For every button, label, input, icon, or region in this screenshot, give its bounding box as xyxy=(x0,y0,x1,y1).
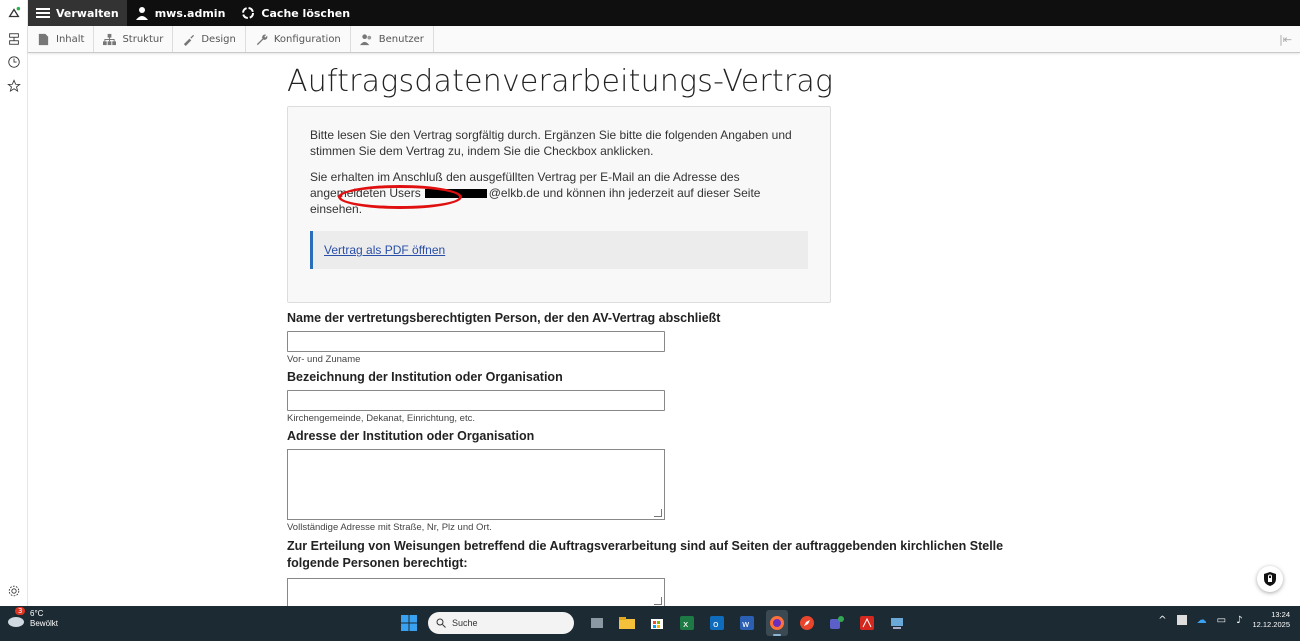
user-label: mws.admin xyxy=(154,6,226,20)
org-input[interactable] xyxy=(287,390,665,411)
teams-icon[interactable] xyxy=(826,610,848,636)
windows-taskbar: 3 6°C Bewölkt Suche x o w ^ ☁ ▭ ♪ 13:24 … xyxy=(0,606,1300,641)
weather-widget[interactable]: 3 6°C Bewölkt xyxy=(6,607,59,629)
clock-icon[interactable] xyxy=(5,53,23,71)
intro-paragraph-email: Sie erhalten im Anschluß den ausgefüllte… xyxy=(310,169,808,217)
page-title: Auftragsdatenverarbeitungs-Vertrag xyxy=(287,64,834,99)
persons-textarea[interactable] xyxy=(287,578,665,608)
org-description: Kirchengemeinde, Dekanat, Einrichtung, e… xyxy=(287,413,475,424)
settings-gear-icon[interactable] xyxy=(5,582,23,600)
manage-button[interactable]: Verwalten xyxy=(28,0,127,26)
svg-text:x: x xyxy=(683,620,689,630)
svg-text:o: o xyxy=(713,620,719,630)
network-icon[interactable]: ▭ xyxy=(1217,615,1226,626)
address-description: Vollständige Adresse mit Straße, Nr, Plz… xyxy=(287,522,492,533)
compass-app-icon[interactable] xyxy=(796,610,818,636)
volume-icon[interactable]: ♪ xyxy=(1236,615,1242,626)
recycle-icon xyxy=(242,7,255,19)
tray-item-benutzer[interactable]: Benutzer xyxy=(351,26,434,52)
tray-item-struktur[interactable]: Struktur xyxy=(94,26,174,52)
tray-item-konfiguration[interactable]: Konfiguration xyxy=(246,26,351,52)
tray-item-inhalt[interactable]: Inhalt xyxy=(28,26,95,52)
weather-temp: 6°C xyxy=(30,609,44,618)
email-domain: @elkb.de xyxy=(488,186,540,200)
outlook-icon[interactable]: o xyxy=(706,610,728,636)
brush-icon xyxy=(184,34,195,46)
field-persons-group: Zur Erteilung von Weisungen betreffend d… xyxy=(287,538,1047,608)
weather-desc: Bewölkt xyxy=(30,619,59,628)
file-explorer-icon[interactable] xyxy=(616,610,638,636)
tray-item-label: Konfiguration xyxy=(273,33,341,45)
remote-app-icon[interactable] xyxy=(886,610,908,636)
hamburger-icon xyxy=(36,8,50,18)
left-rail xyxy=(0,0,28,606)
svg-text:w: w xyxy=(742,620,749,630)
sitemap-icon xyxy=(103,33,117,45)
search-placeholder: Suche xyxy=(452,618,478,628)
clear-cache-label: Cache löschen xyxy=(261,6,351,20)
hierarchy-icon[interactable] xyxy=(5,30,23,48)
onedrive-cloud-icon[interactable]: ☁ xyxy=(1197,615,1207,626)
lock-shield-icon xyxy=(1264,572,1276,586)
main-content: Auftragsdatenverarbeitungs-Vertrag Bitte… xyxy=(287,60,1047,608)
open-pdf-link[interactable]: Vertrag als PDF öffnen xyxy=(324,242,445,258)
drupal-logo-icon[interactable] xyxy=(5,4,23,22)
tray-item-label: Inhalt xyxy=(56,33,85,45)
intro-box: Bitte lesen Sie den Vertrag sorgfältig d… xyxy=(287,106,831,303)
name-description: Vor- und Zuname xyxy=(287,354,361,365)
users-icon xyxy=(359,33,371,45)
wrench-icon xyxy=(256,34,268,45)
field-name-group: Name der vertretungsberechtigten Person,… xyxy=(287,311,1047,365)
field-org-group: Bezeichnung der Institution oder Organis… xyxy=(287,370,1047,424)
user-menu-button[interactable]: mws.admin xyxy=(127,0,234,26)
firefox-icon[interactable] xyxy=(766,610,788,636)
persons-label: Zur Erteilung von Weisungen betreffend d… xyxy=(287,539,1004,570)
acrobat-icon[interactable] xyxy=(856,610,878,636)
word-icon[interactable]: w xyxy=(736,610,758,636)
clear-cache-button[interactable]: Cache löschen xyxy=(233,0,358,26)
address-label: Adresse der Institution oder Organisatio… xyxy=(287,429,535,443)
tray-item-design[interactable]: Design xyxy=(173,26,246,52)
field-address-group: Adresse der Institution oder Organisatio… xyxy=(287,429,1047,533)
manage-label: Verwalten xyxy=(56,6,119,20)
name-input[interactable] xyxy=(287,331,665,352)
clock-date: 12.12.2025 xyxy=(1252,620,1290,629)
admin-toolbar: Verwalten mws.admin Cache löschen xyxy=(28,0,1300,26)
tray-item-label: Struktur xyxy=(122,33,164,45)
taskbar-center: Suche x o w xyxy=(398,610,908,636)
pdf-callout: Vertrag als PDF öffnen xyxy=(310,231,808,269)
start-windows-icon[interactable] xyxy=(398,610,420,636)
org-label: Bezeichnung der Institution oder Organis… xyxy=(287,370,563,384)
address-textarea[interactable] xyxy=(287,449,665,520)
store-icon[interactable] xyxy=(646,610,668,636)
star-icon[interactable] xyxy=(5,77,23,95)
name-label: Name der vertretungsberechtigten Person,… xyxy=(287,311,721,325)
chevron-up-icon[interactable]: ^ xyxy=(1158,615,1166,626)
floating-lock-button[interactable] xyxy=(1257,566,1283,592)
intro-paragraph: Bitte lesen Sie den Vertrag sorgfältig d… xyxy=(310,128,792,158)
app-tray-icon[interactable] xyxy=(1176,615,1187,625)
tray-orientation-toggle-icon[interactable]: |⇤ xyxy=(1271,26,1300,52)
cloud-icon: 3 xyxy=(6,607,26,629)
tray-item-label: Design xyxy=(201,33,236,45)
search-icon xyxy=(436,618,446,628)
task-view-icon[interactable] xyxy=(586,610,608,636)
taskbar-clock[interactable]: 13:24 12.12.2025 xyxy=(1252,610,1290,630)
tray-item-label: Benutzer xyxy=(378,33,424,45)
file-icon xyxy=(38,33,49,45)
system-tray: ^ ☁ ▭ ♪ 13:24 12.12.2025 xyxy=(1158,610,1290,630)
toolbar-tray: Inhalt Struktur Design Konfiguration Ben… xyxy=(28,26,1300,53)
user-icon xyxy=(135,7,148,20)
taskbar-search[interactable]: Suche xyxy=(428,612,574,634)
clock-time: 13:24 xyxy=(1271,610,1290,619)
redacted-username xyxy=(424,189,487,199)
excel-icon[interactable]: x xyxy=(676,610,698,636)
